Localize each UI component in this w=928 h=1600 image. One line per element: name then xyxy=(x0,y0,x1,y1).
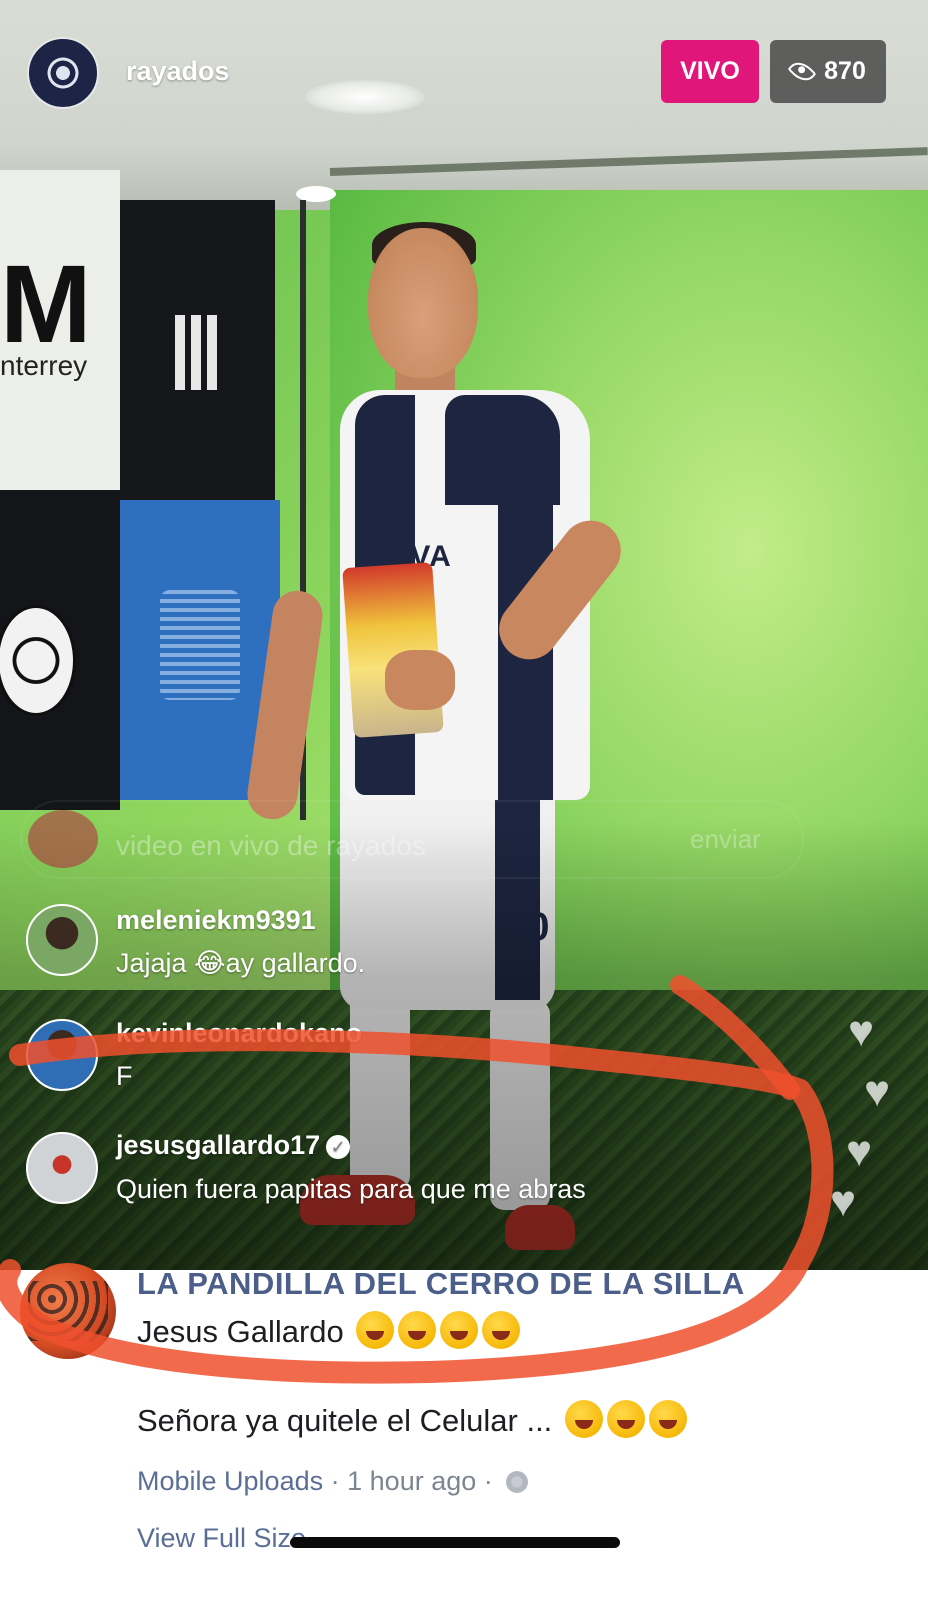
rofl-emoji-icon xyxy=(398,1311,437,1349)
post-caption-text: Señora ya quitele el Celular ... xyxy=(137,1403,553,1438)
comment-username[interactable]: kevinleonardokano xyxy=(116,1018,362,1049)
heart-icon: ♥ xyxy=(863,1067,891,1116)
squinting-tongue-emoji-icon xyxy=(606,1400,645,1438)
comment-body-text: Jesus Gallardo xyxy=(137,1314,344,1349)
view-full-size-link[interactable]: View Full Size xyxy=(137,1523,306,1554)
squinting-tongue-emoji-icon xyxy=(564,1400,603,1438)
broadcaster-username[interactable]: rayados xyxy=(126,56,230,87)
eye-icon xyxy=(787,57,817,86)
player-head xyxy=(368,228,478,378)
comment-username[interactable]: jesusgallardo17 xyxy=(116,1130,320,1160)
heart-icon: ♥ xyxy=(845,1127,873,1176)
meta-separator: · xyxy=(483,1466,493,1496)
live-badge: VIVO xyxy=(661,40,759,103)
player-left-arm xyxy=(244,587,326,823)
send-button[interactable]: enviar xyxy=(690,824,761,855)
post-timestamp[interactable]: 1 hour ago xyxy=(347,1466,476,1496)
comment-username-row[interactable]: jesusgallardo17 ✓ xyxy=(116,1130,351,1161)
commenter-avatar[interactable] xyxy=(20,1263,116,1359)
post-caption: Señora ya quitele el Celular ... xyxy=(137,1400,687,1439)
input-avatar xyxy=(28,810,98,868)
meta-separator: · xyxy=(330,1466,340,1496)
comment-input-placeholder: video en vivo de rayados xyxy=(116,830,426,861)
comment-text: F xyxy=(116,1061,133,1091)
verified-icon: ✓ xyxy=(326,1135,351,1159)
home-indicator[interactable] xyxy=(290,1537,620,1548)
comment-body: Jesus Gallardo xyxy=(137,1311,521,1350)
comment-text: Jajaja 😂ay gallardo. xyxy=(116,948,366,978)
viewer-count: 870 xyxy=(824,57,866,85)
heart-icon: ♥ xyxy=(847,1007,875,1056)
post-meta: Mobile Uploads · 1 hour ago · xyxy=(137,1466,529,1497)
player-hand xyxy=(385,650,455,710)
live-video[interactable]: M nterrey 20 BBVA xyxy=(0,0,928,1270)
comment-text: Quien fuera papitas para que me abras xyxy=(116,1174,586,1204)
rofl-emoji-icon xyxy=(440,1311,479,1349)
squinting-tongue-emoji-icon xyxy=(648,1400,687,1438)
broadcaster-avatar[interactable] xyxy=(27,37,99,109)
commenter-name[interactable]: LA PANDILLA DEL CERRO DE LA SILLA xyxy=(137,1266,745,1302)
globe-icon xyxy=(506,1471,529,1493)
album-link[interactable]: Mobile Uploads xyxy=(137,1466,323,1496)
comment-avatar[interactable] xyxy=(26,1132,98,1204)
club-crest-icon xyxy=(39,49,87,97)
comment-avatar[interactable] xyxy=(26,904,98,976)
player-jersey-shoulder xyxy=(445,395,560,505)
rofl-emoji-icon xyxy=(482,1311,521,1349)
group-photo xyxy=(28,1281,108,1341)
screenshot-page: M nterrey 20 BBVA xyxy=(0,0,928,1600)
comment-username[interactable]: meleniekm9391 xyxy=(116,905,316,936)
heart-icon: ♥ xyxy=(829,1177,857,1226)
comment-avatar[interactable] xyxy=(26,1019,98,1091)
rofl-emoji-icon xyxy=(356,1311,395,1349)
viewer-count-badge[interactable]: 870 xyxy=(770,40,886,103)
